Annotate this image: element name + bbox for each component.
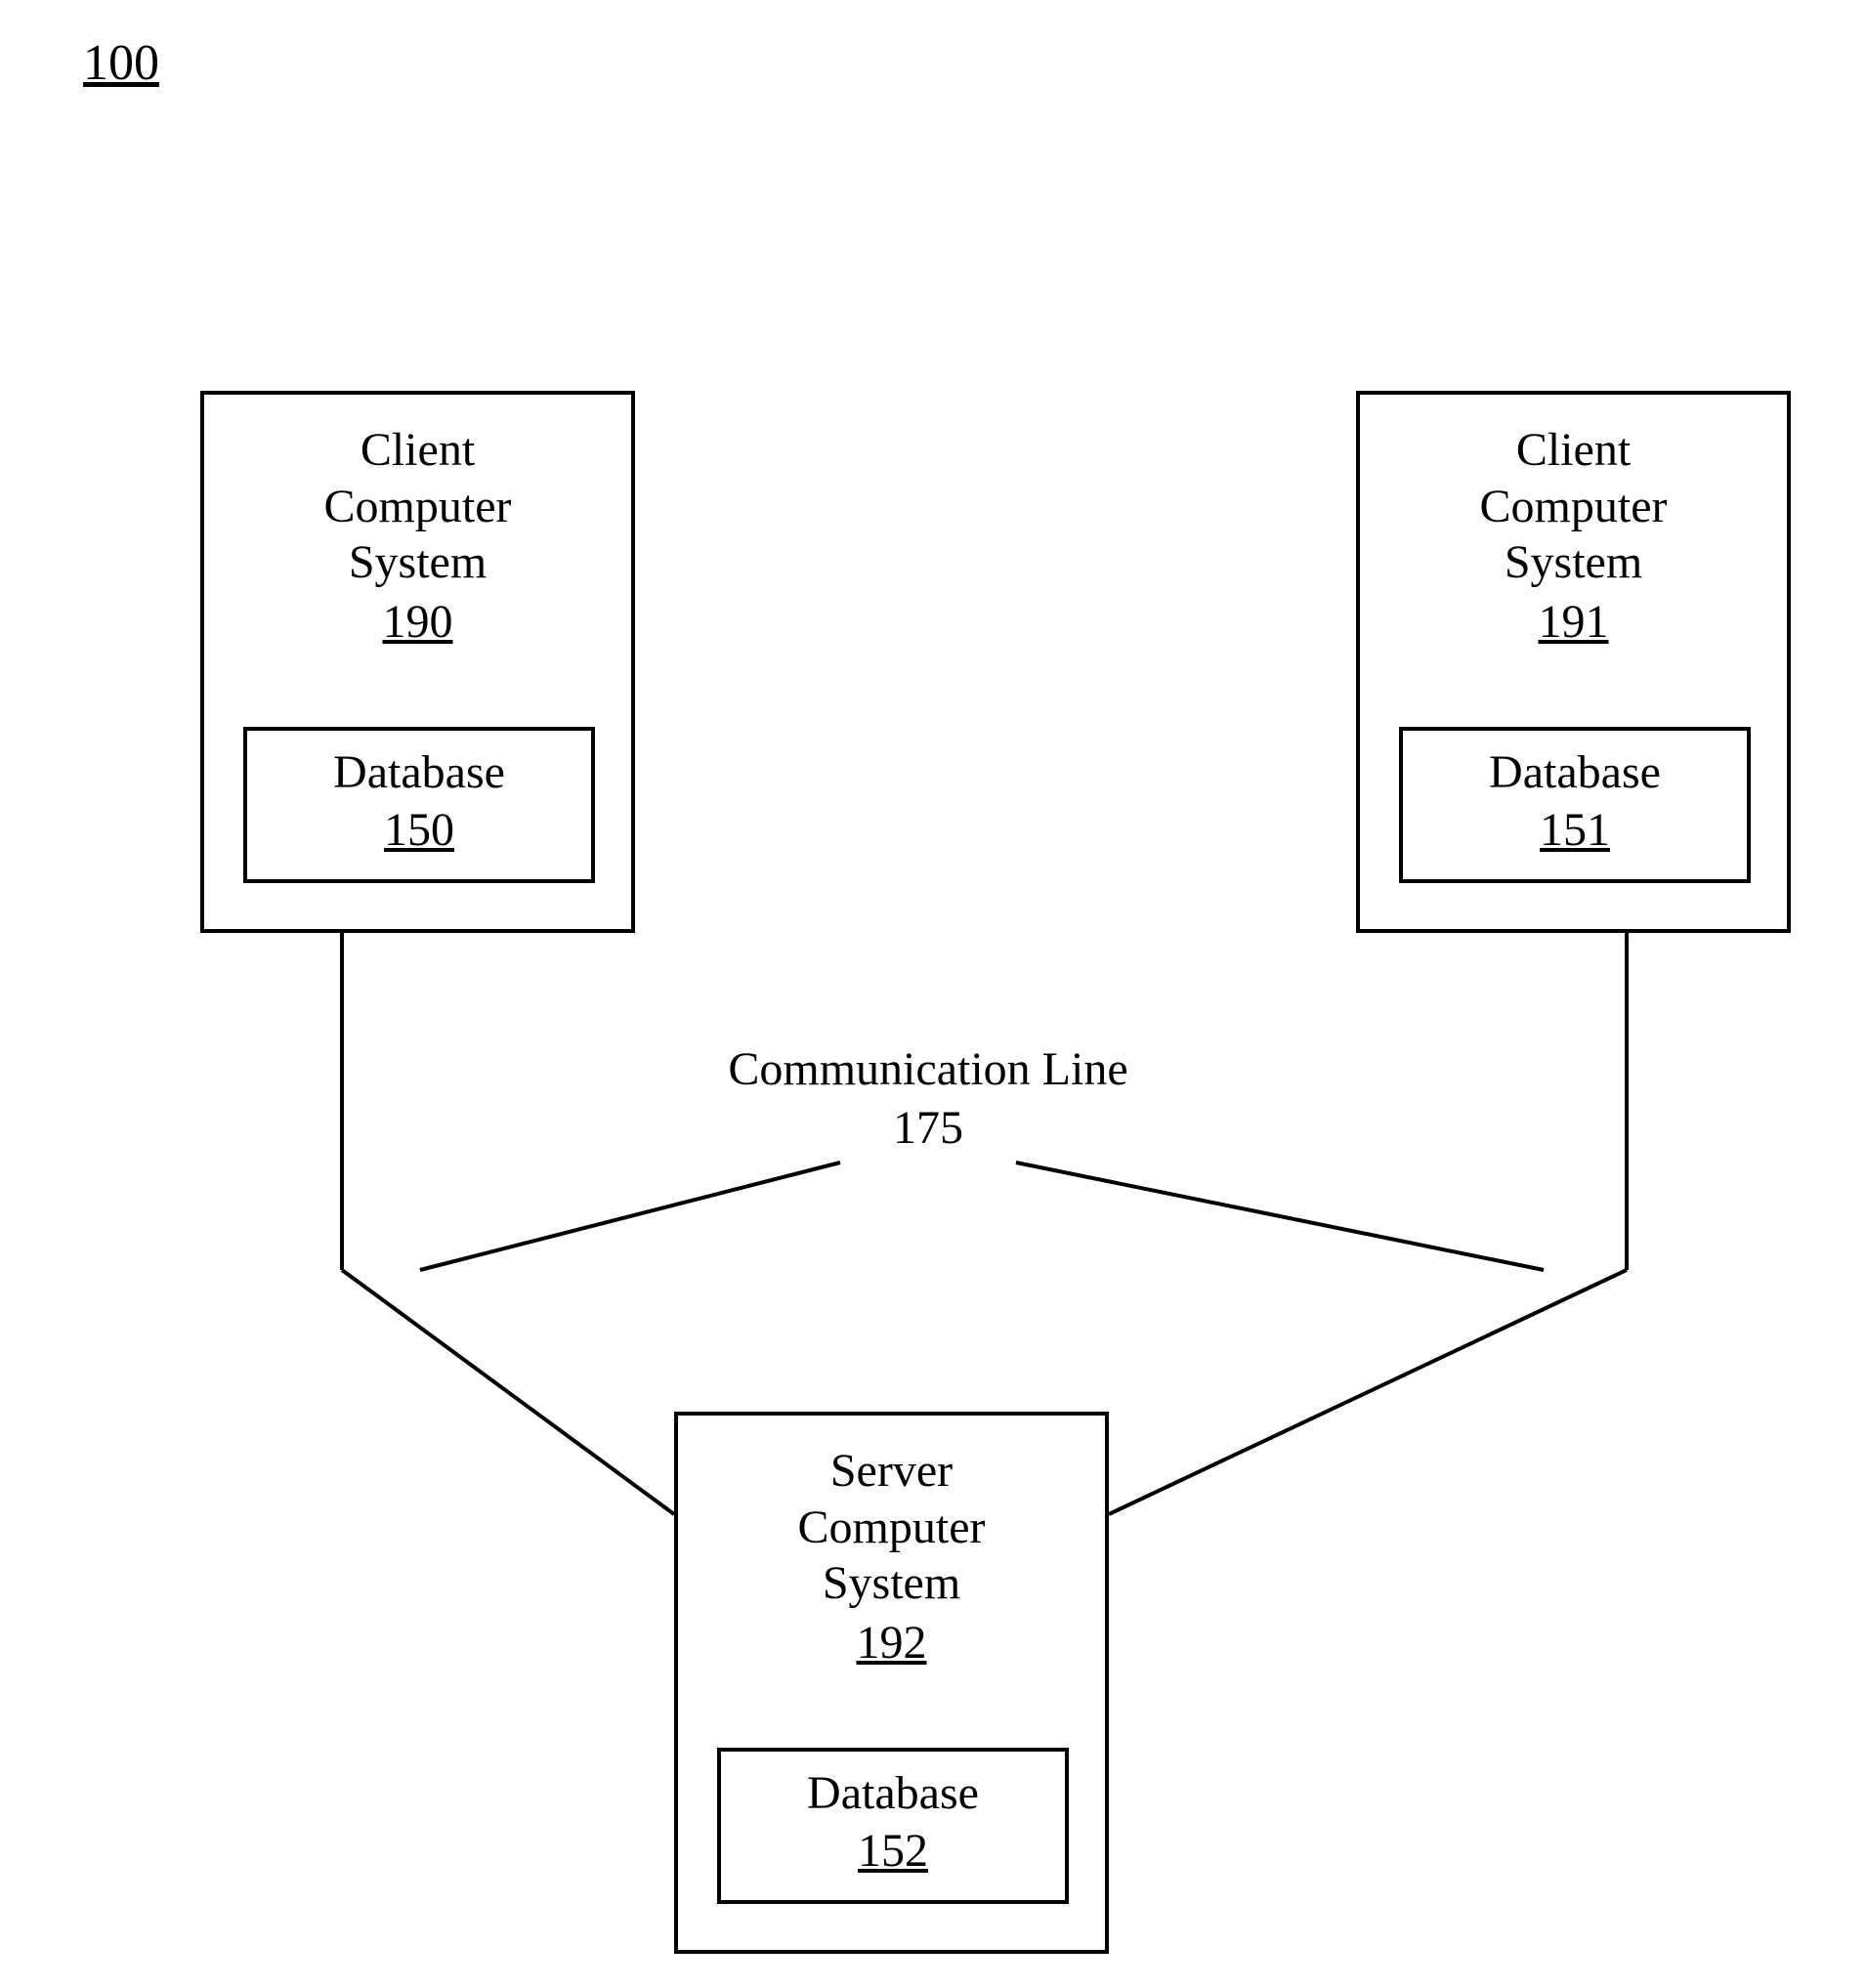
client2-title: Client Computer System	[1360, 422, 1787, 591]
server-title-line1: Server	[830, 1445, 953, 1497]
server-db-label: Database	[721, 1765, 1065, 1822]
client1-title-line2: Computer	[324, 481, 512, 532]
figure-number: 100	[83, 34, 159, 92]
client1-box: Client Computer System 190 Database 150	[200, 391, 635, 933]
server-title-line3: System	[823, 1557, 960, 1609]
client1-title-line3: System	[349, 536, 487, 588]
client2-title-line2: Computer	[1480, 481, 1668, 532]
client1-db-label: Database	[247, 744, 591, 801]
comm-label-text: Communication Line	[728, 1043, 1127, 1095]
communication-label: Communication Line 175	[674, 1040, 1182, 1158]
client2-ref: 191	[1360, 595, 1787, 649]
client1-title-line1: Client	[360, 424, 475, 476]
server-box: Server Computer System 192 Database 152	[674, 1412, 1109, 1954]
server-db-ref: 152	[721, 1824, 1065, 1878]
client1-title: Client Computer System	[204, 422, 631, 591]
client2-db-label: Database	[1403, 744, 1747, 801]
client1-db-box: Database 150	[243, 727, 595, 883]
comm-label-ref: 175	[893, 1102, 963, 1154]
server-title: Server Computer System	[678, 1443, 1105, 1612]
client1-ref: 190	[204, 595, 631, 649]
client2-db-ref: 151	[1403, 803, 1747, 857]
server-title-line2: Computer	[798, 1502, 986, 1553]
client2-title-line3: System	[1505, 536, 1642, 588]
server-ref: 192	[678, 1616, 1105, 1670]
server-db-box: Database 152	[717, 1748, 1069, 1904]
client1-db-ref: 150	[247, 803, 591, 857]
client2-box: Client Computer System 191 Database 151	[1356, 391, 1791, 933]
client2-title-line1: Client	[1516, 424, 1631, 476]
client2-db-box: Database 151	[1399, 727, 1751, 883]
